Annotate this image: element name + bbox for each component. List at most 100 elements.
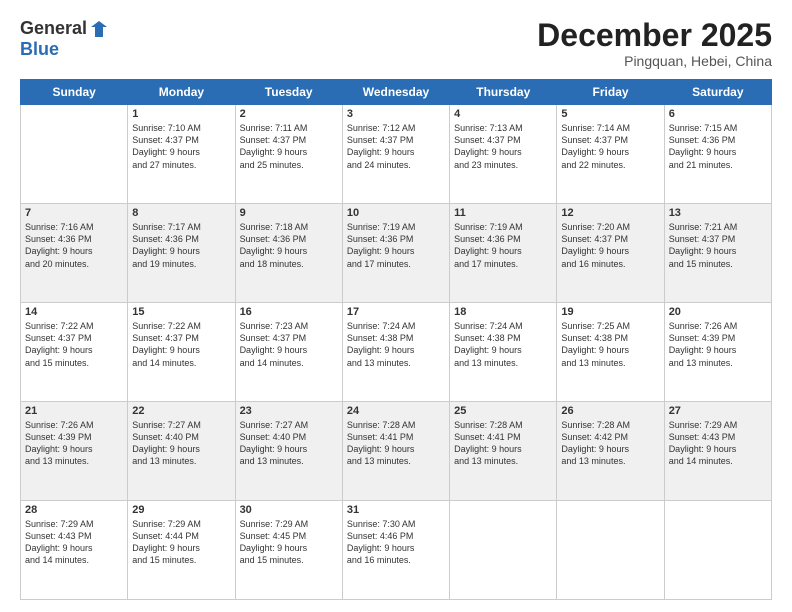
cell-content: Sunrise: 7:14 AMSunset: 4:37 PMDaylight:… (561, 122, 659, 171)
col-wednesday: Wednesday (342, 80, 449, 105)
page: General Blue December 2025 Pingquan, Heb… (0, 0, 792, 612)
table-row: 3 Sunrise: 7:12 AMSunset: 4:37 PMDaylight… (342, 105, 449, 204)
table-row (21, 105, 128, 204)
table-row: 30Sunrise: 7:29 AMSunset: 4:45 PMDayligh… (235, 501, 342, 600)
day-number: 10 (347, 207, 445, 219)
cell-content: Sunrise: 7:28 AMSunset: 4:41 PMDaylight:… (454, 419, 552, 468)
table-row: 11 Sunrise: 7:19 AMSunset: 4:36 PMDayligh… (450, 204, 557, 303)
day-number: 15 (132, 306, 230, 318)
table-row: 6Sunrise: 7:15 AMSunset: 4:36 PMDaylight… (664, 105, 771, 204)
month-title: December 2025 (537, 18, 772, 53)
day-number: 27 (669, 405, 767, 417)
day-number: 31 (347, 504, 445, 516)
logo: General Blue (20, 18, 109, 60)
calendar-week-row: 14 Sunrise: 7:22 AMSunset: 4:37 PMDayligh… (21, 303, 772, 402)
table-row: 21 Sunrise: 7:26 AMSunset: 4:39 PMDayligh… (21, 402, 128, 501)
cell-content: Sunrise: 7:29 AMSunset: 4:44 PMDaylight:… (132, 518, 230, 567)
day-number: 3 (347, 108, 445, 120)
cell-content: Sunrise: 7:12 AMSunset: 4:37 PMDaylight:… (347, 122, 445, 171)
cell-content: Sunrise: 7:27 AMSunset: 4:40 PMDaylight:… (132, 419, 230, 468)
cell-content: Sunrise: 7:28 AMSunset: 4:41 PMDaylight:… (347, 419, 445, 468)
table-row: 9 Sunrise: 7:18 AMSunset: 4:36 PMDaylight… (235, 204, 342, 303)
col-thursday: Thursday (450, 80, 557, 105)
table-row: 15 Sunrise: 7:22 AMSunset: 4:37 PMDayligh… (128, 303, 235, 402)
cell-content: Sunrise: 7:24 AMSunset: 4:38 PMDaylight:… (454, 320, 552, 369)
table-row: 5 Sunrise: 7:14 AMSunset: 4:37 PMDaylight… (557, 105, 664, 204)
cell-content: Sunrise: 7:17 AMSunset: 4:36 PMDaylight:… (132, 221, 230, 270)
table-row: 10 Sunrise: 7:19 AMSunset: 4:36 PMDayligh… (342, 204, 449, 303)
day-number: 17 (347, 306, 445, 318)
table-row: 31 Sunrise: 7:30 AMSunset: 4:46 PMDayligh… (342, 501, 449, 600)
cell-content: Sunrise: 7:19 AMSunset: 4:36 PMDaylight:… (347, 221, 445, 270)
col-friday: Friday (557, 80, 664, 105)
cell-content: Sunrise: 7:27 AMSunset: 4:40 PMDaylight:… (240, 419, 338, 468)
cell-content: Sunrise: 7:28 AMSunset: 4:42 PMDaylight:… (561, 419, 659, 468)
cell-content: Sunrise: 7:29 AMSunset: 4:45 PMDaylight:… (240, 518, 338, 567)
logo-flag-icon (89, 19, 109, 39)
table-row: 23 Sunrise: 7:27 AMSunset: 4:40 PMDayligh… (235, 402, 342, 501)
cell-content: Sunrise: 7:19 AMSunset: 4:36 PMDaylight:… (454, 221, 552, 270)
table-row: 4Sunrise: 7:13 AMSunset: 4:37 PMDaylight… (450, 105, 557, 204)
day-number: 14 (25, 306, 123, 318)
cell-content: Sunrise: 7:22 AMSunset: 4:37 PMDaylight:… (25, 320, 123, 369)
cell-content: Sunrise: 7:29 AMSunset: 4:43 PMDaylight:… (669, 419, 767, 468)
table-row: 24 Sunrise: 7:28 AMSunset: 4:41 PMDayligh… (342, 402, 449, 501)
cell-content: Sunrise: 7:13 AMSunset: 4:37 PMDaylight:… (454, 122, 552, 171)
table-row: 22 Sunrise: 7:27 AMSunset: 4:40 PMDayligh… (128, 402, 235, 501)
cell-content: Sunrise: 7:22 AMSunset: 4:37 PMDaylight:… (132, 320, 230, 369)
day-number: 19 (561, 306, 659, 318)
day-number: 22 (132, 405, 230, 417)
col-saturday: Saturday (664, 80, 771, 105)
table-row: 26Sunrise: 7:28 AMSunset: 4:42 PMDayligh… (557, 402, 664, 501)
table-row: 20 Sunrise: 7:26 AMSunset: 4:39 PMDayligh… (664, 303, 771, 402)
day-number: 6 (669, 108, 767, 120)
cell-content: Sunrise: 7:16 AMSunset: 4:36 PMDaylight:… (25, 221, 123, 270)
day-number: 20 (669, 306, 767, 318)
cell-content: Sunrise: 7:23 AMSunset: 4:37 PMDaylight:… (240, 320, 338, 369)
day-number: 9 (240, 207, 338, 219)
cell-content: Sunrise: 7:10 AMSunset: 4:37 PMDaylight:… (132, 122, 230, 171)
col-sunday: Sunday (21, 80, 128, 105)
table-row: 19 Sunrise: 7:25 AMSunset: 4:38 PMDayligh… (557, 303, 664, 402)
table-row: 28Sunrise: 7:29 AMSunset: 4:43 PMDayligh… (21, 501, 128, 600)
calendar-week-row: 1 Sunrise: 7:10 AMSunset: 4:37 PMDaylight… (21, 105, 772, 204)
day-number: 2 (240, 108, 338, 120)
table-row: 29Sunrise: 7:29 AMSunset: 4:44 PMDayligh… (128, 501, 235, 600)
table-row: 1 Sunrise: 7:10 AMSunset: 4:37 PMDaylight… (128, 105, 235, 204)
day-number: 13 (669, 207, 767, 219)
day-number: 24 (347, 405, 445, 417)
day-number: 21 (25, 405, 123, 417)
cell-content: Sunrise: 7:24 AMSunset: 4:38 PMDaylight:… (347, 320, 445, 369)
calendar-table: Sunday Monday Tuesday Wednesday Thursday… (20, 79, 772, 600)
cell-content: Sunrise: 7:25 AMSunset: 4:38 PMDaylight:… (561, 320, 659, 369)
day-number: 11 (454, 207, 552, 219)
logo-general-text: General (20, 18, 87, 39)
day-number: 18 (454, 306, 552, 318)
cell-content: Sunrise: 7:18 AMSunset: 4:36 PMDaylight:… (240, 221, 338, 270)
day-number: 12 (561, 207, 659, 219)
day-number: 7 (25, 207, 123, 219)
table-row: 16 Sunrise: 7:23 AMSunset: 4:37 PMDayligh… (235, 303, 342, 402)
table-row (450, 501, 557, 600)
calendar-week-row: 21 Sunrise: 7:26 AMSunset: 4:39 PMDayligh… (21, 402, 772, 501)
day-number: 5 (561, 108, 659, 120)
cell-content: Sunrise: 7:21 AMSunset: 4:37 PMDaylight:… (669, 221, 767, 270)
cell-content: Sunrise: 7:11 AMSunset: 4:37 PMDaylight:… (240, 122, 338, 171)
cell-content: Sunrise: 7:29 AMSunset: 4:43 PMDaylight:… (25, 518, 123, 567)
table-row: 7 Sunrise: 7:16 AMSunset: 4:36 PMDaylight… (21, 204, 128, 303)
table-row: 2 Sunrise: 7:11 AMSunset: 4:37 PMDaylight… (235, 105, 342, 204)
day-number: 16 (240, 306, 338, 318)
table-row: 14 Sunrise: 7:22 AMSunset: 4:37 PMDayligh… (21, 303, 128, 402)
title-block: December 2025 Pingquan, Hebei, China (537, 18, 772, 69)
day-number: 1 (132, 108, 230, 120)
table-row: 8Sunrise: 7:17 AMSunset: 4:36 PMDaylight… (128, 204, 235, 303)
cell-content: Sunrise: 7:26 AMSunset: 4:39 PMDaylight:… (25, 419, 123, 468)
day-number: 23 (240, 405, 338, 417)
calendar-week-row: 7 Sunrise: 7:16 AMSunset: 4:36 PMDaylight… (21, 204, 772, 303)
logo-blue-text: Blue (20, 39, 59, 60)
cell-content: Sunrise: 7:26 AMSunset: 4:39 PMDaylight:… (669, 320, 767, 369)
table-row: 12Sunrise: 7:20 AMSunset: 4:37 PMDayligh… (557, 204, 664, 303)
calendar-header-row: Sunday Monday Tuesday Wednesday Thursday… (21, 80, 772, 105)
cell-content: Sunrise: 7:30 AMSunset: 4:46 PMDaylight:… (347, 518, 445, 567)
table-row: 18 Sunrise: 7:24 AMSunset: 4:38 PMDayligh… (450, 303, 557, 402)
